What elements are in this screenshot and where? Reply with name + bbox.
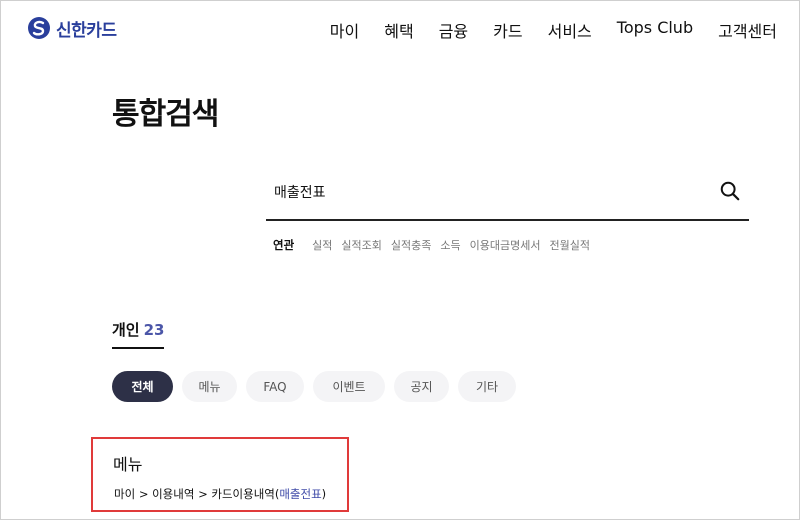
nav-item-service[interactable]: 서비스 (548, 18, 592, 42)
nav-item-benefits[interactable]: 혜택 (384, 18, 413, 42)
related-keyword[interactable]: 실적조회 (341, 237, 381, 253)
result-section-menu: 메뉴 마이 > 이용내역 > 카드이용내역(매출전표) (91, 437, 349, 512)
tab-personal[interactable]: 개인 23 (112, 319, 165, 349)
filter-etc-button[interactable]: 기타 (458, 371, 516, 402)
shinhan-logo-icon (28, 17, 50, 39)
filter-all-button[interactable]: 전체 (112, 371, 173, 402)
related-keyword[interactable]: 전월실적 (549, 237, 589, 253)
filter-faq-button[interactable]: FAQ (246, 371, 304, 402)
tab-label: 개인 (112, 321, 140, 339)
filter-event-button[interactable]: 이벤트 (313, 371, 385, 402)
nav-item-card[interactable]: 카드 (493, 18, 522, 42)
result-section-title: 메뉴 (113, 455, 143, 474)
result-count: 23 (143, 321, 165, 339)
main-nav: 마이 혜택 금융 카드 서비스 Tops Club 고객센터 (305, 18, 777, 42)
page-title: 통합검색 (112, 97, 219, 132)
search-box (266, 171, 749, 221)
related-keyword[interactable]: 실적 (312, 237, 332, 253)
filter-chips: 전체 메뉴 FAQ 이벤트 공지 기타 (112, 371, 525, 402)
header: 신한카드 마이 혜택 금융 카드 서비스 Tops Club 고객센터 (1, 1, 799, 57)
nav-item-customer-center[interactable]: 고객센터 (718, 18, 777, 42)
related-keyword[interactable]: 실적충족 (391, 237, 431, 253)
result-link[interactable]: 마이 > 이용내역 > 카드이용내역(매출전표) (114, 486, 326, 502)
nav-item-finance[interactable]: 금융 (439, 18, 468, 42)
related-keyword[interactable]: 이용대금명세서 (470, 237, 541, 253)
filter-notice-button[interactable]: 공지 (394, 371, 449, 402)
logo[interactable]: 신한카드 (27, 15, 117, 41)
nav-item-tops-club[interactable]: Tops Club (617, 18, 693, 42)
filter-menu-button[interactable]: 메뉴 (182, 371, 237, 402)
result-path-highlight: 매출전표 (279, 487, 322, 501)
logo-text: 신한카드 (56, 20, 117, 41)
result-path-prefix: 마이 > 이용내역 > 카드이용내역( (114, 487, 280, 501)
related-keyword[interactable]: 소득 (440, 237, 460, 253)
nav-item-my[interactable]: 마이 (330, 18, 359, 42)
related-label: 연관 (273, 238, 295, 252)
search-icon[interactable] (719, 180, 741, 202)
related-keywords: 연관 실적 실적조회 실적충족 소득 이용대금명세서 전월실적 (273, 237, 599, 253)
result-path-suffix: ) (321, 487, 327, 501)
search-input[interactable] (274, 180, 694, 204)
